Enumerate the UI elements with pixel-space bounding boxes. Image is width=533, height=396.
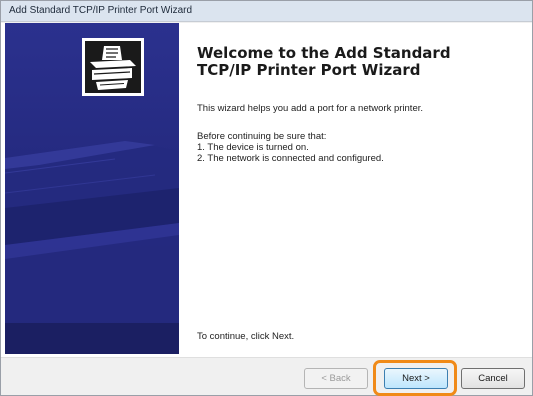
prerequisites-label: Before continuing be sure that: xyxy=(197,131,327,142)
window-title: Add Standard TCP/IP Printer Port Wizard xyxy=(9,5,193,16)
printer-wizard-icon xyxy=(82,38,144,96)
page-title-line2: TCP/IP Printer Port Wizard xyxy=(197,61,421,79)
prerequisite-item-2: 2. The network is connected and configur… xyxy=(197,153,384,164)
continue-instruction: To continue, click Next. xyxy=(197,331,295,342)
wizard-main-panel: Welcome to the Add Standard TCP/IP Print… xyxy=(195,23,525,354)
wizard-window: Add Standard TCP/IP Printer Port Wizard xyxy=(0,0,533,396)
page-title: Welcome to the Add Standard TCP/IP Print… xyxy=(197,45,517,79)
wizard-content: Welcome to the Add Standard TCP/IP Print… xyxy=(1,23,532,357)
wizard-sidebar xyxy=(5,23,179,354)
page-title-line1: Welcome to the Add Standard xyxy=(197,44,451,62)
next-button-highlight xyxy=(373,360,457,396)
button-bar: < Back Next > Cancel xyxy=(1,357,532,396)
intro-text: This wizard helps you add a port for a n… xyxy=(197,103,424,114)
title-bar[interactable]: Add Standard TCP/IP Printer Port Wizard xyxy=(1,1,532,22)
cancel-button[interactable]: Cancel xyxy=(461,368,525,389)
back-button[interactable]: < Back xyxy=(304,368,368,389)
prerequisite-item-1: 1. The device is turned on. xyxy=(197,142,309,153)
